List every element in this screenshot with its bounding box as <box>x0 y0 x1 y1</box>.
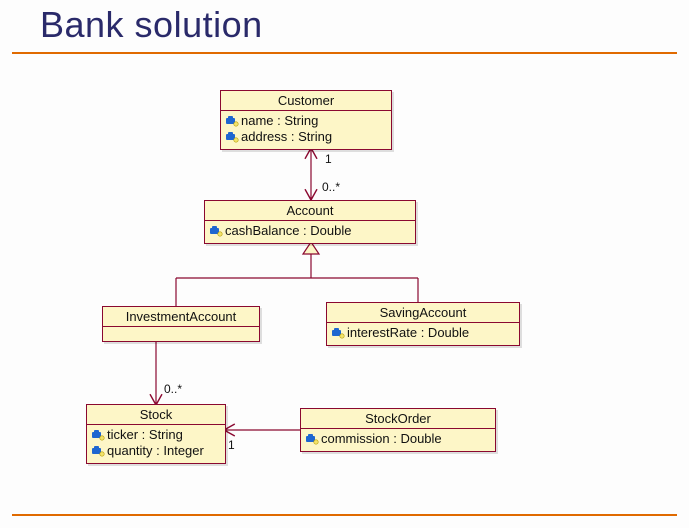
attribute: ticker : String <box>91 427 219 443</box>
multiplicity: 0..* <box>164 382 182 396</box>
class-name: StockOrder <box>301 409 495 429</box>
multiplicity: 1 <box>228 438 235 452</box>
multiplicity: 0..* <box>322 180 340 194</box>
attribute-icon <box>225 115 239 127</box>
footer-rule <box>12 514 677 516</box>
page-title: Bank solution <box>0 0 689 52</box>
class-body <box>103 327 259 341</box>
class-body: interestRate : Double <box>327 323 519 345</box>
attribute: cashBalance : Double <box>209 223 409 239</box>
attribute-icon <box>209 225 223 237</box>
class-name: Account <box>205 201 415 221</box>
class-body: ticker : String quantity : Integer <box>87 425 225 463</box>
attribute-icon <box>305 433 319 445</box>
attribute-text: interestRate : Double <box>347 325 469 341</box>
diagram-canvas: Customer name : String address : String … <box>0 70 689 516</box>
class-body: commission : Double <box>301 429 495 451</box>
attribute: commission : Double <box>305 431 489 447</box>
attribute: interestRate : Double <box>331 325 513 341</box>
class-stock: Stock ticker : String quantity : Integer <box>86 404 226 464</box>
attribute: name : String <box>225 113 385 129</box>
class-name: SavingAccount <box>327 303 519 323</box>
attribute-text: ticker : String <box>107 427 183 443</box>
class-stock-order: StockOrder commission : Double <box>300 408 496 452</box>
attribute-text: cashBalance : Double <box>225 223 351 239</box>
multiplicity: 1 <box>325 152 332 166</box>
class-name: InvestmentAccount <box>103 307 259 327</box>
class-investment-account: InvestmentAccount <box>102 306 260 342</box>
attribute-text: name : String <box>241 113 318 129</box>
attribute-text: commission : Double <box>321 431 442 447</box>
attribute: quantity : Integer <box>91 443 219 459</box>
class-body: name : String address : String <box>221 111 391 149</box>
class-saving-account: SavingAccount interestRate : Double <box>326 302 520 346</box>
class-customer: Customer name : String address : String <box>220 90 392 150</box>
attribute-text: address : String <box>241 129 332 145</box>
class-name: Customer <box>221 91 391 111</box>
attribute-icon <box>331 327 345 339</box>
attribute-text: quantity : Integer <box>107 443 204 459</box>
attribute: address : String <box>225 129 385 145</box>
class-body: cashBalance : Double <box>205 221 415 243</box>
title-rule <box>12 52 677 54</box>
class-account: Account cashBalance : Double <box>204 200 416 244</box>
class-name: Stock <box>87 405 225 425</box>
attribute-icon <box>91 445 105 457</box>
attribute-icon <box>91 429 105 441</box>
attribute-icon <box>225 131 239 143</box>
